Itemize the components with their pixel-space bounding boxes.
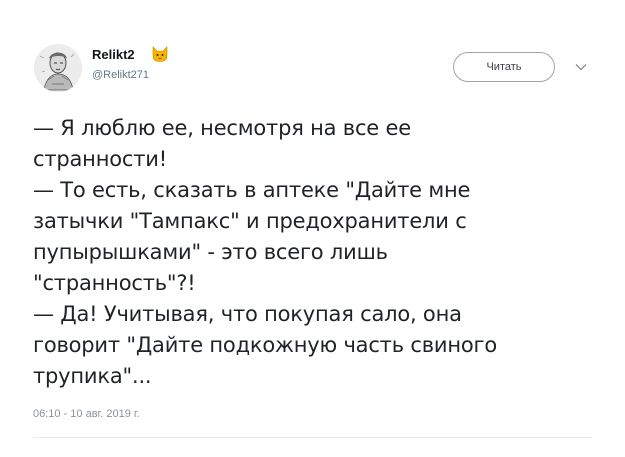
cat-face-icon <box>152 46 168 62</box>
tweet-text-line: — Я люблю ее, несмотря на все ее <box>33 116 411 140</box>
tweet-text-line: говорит "Дайте подкожную часть свиного <box>33 333 497 357</box>
tweet-text-line: — Да! Учитывая, что покупая сало, она <box>33 302 462 326</box>
tweet-text-line: пупырышками" - это всего лишь <box>33 240 388 264</box>
tweet-card: Relikt2 @Relikt271 Читать — Я люблю ее, … <box>0 0 625 457</box>
tweet-text-line: трупика"... <box>33 364 152 388</box>
tweet-text-line: странности! <box>33 147 167 171</box>
author-display-name[interactable]: Relikt2 <box>92 47 135 62</box>
follow-button[interactable]: Читать <box>453 52 555 82</box>
tweet-timestamp[interactable]: 06:10 - 10 авг. 2019 г. <box>33 408 140 420</box>
tweet-text-line: "странность"?! <box>33 271 196 295</box>
author-handle[interactable]: @Relikt271 <box>92 69 149 81</box>
sketch-portrait-icon <box>34 44 82 92</box>
tweet-text: — Я люблю ее, несмотря на все ее странно… <box>33 113 618 392</box>
avatar[interactable] <box>34 44 82 92</box>
tweet-text-line: затычки "Тампакс" и предохранители с <box>33 209 467 233</box>
tweet-text-line: — То есть, сказать в аптеке "Дайте мне <box>33 178 471 202</box>
chevron-down-icon[interactable] <box>574 62 588 72</box>
divider <box>33 437 592 438</box>
